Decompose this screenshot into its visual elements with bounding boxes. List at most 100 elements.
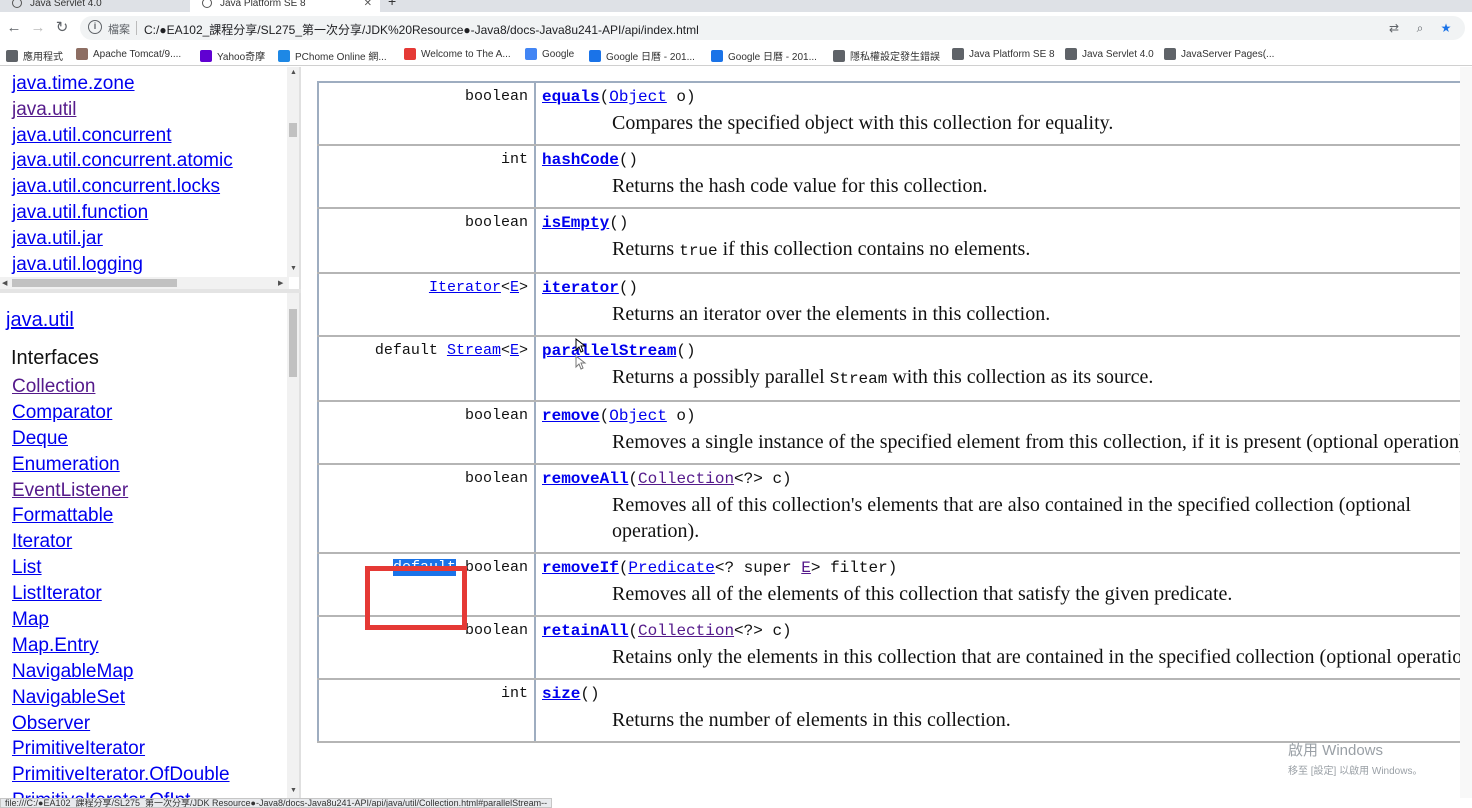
back-button[interactable]: ←: [4, 18, 24, 38]
text-fragment: Retains only the elements in this collec…: [612, 646, 1472, 668]
return-type: default Stream<E>: [375, 342, 528, 359]
scrollbar-vertical[interactable]: ▼: [287, 293, 299, 798]
bookmark-item[interactable]: PChome Online 網...: [278, 48, 387, 63]
text-fragment: (: [599, 88, 610, 106]
modifier-cell: int: [317, 146, 536, 207]
bookmark-item[interactable]: Google 日曆 - 201...: [711, 48, 817, 63]
package-link[interactable]: java.util.jar: [12, 226, 233, 252]
type-link[interactable]: Iterator: [429, 279, 501, 296]
bookmark-label: 應用程式: [23, 52, 63, 63]
method-name-link[interactable]: removeIf: [542, 559, 619, 577]
scroll-right-icon[interactable]: ▶: [278, 279, 283, 287]
modifier-cell: Iterator<E>: [317, 274, 536, 335]
interface-link[interactable]: Formattable: [12, 503, 230, 529]
scrollbar-horizontal[interactable]: ◀ ▶: [0, 277, 289, 289]
interface-link[interactable]: Map.Entry: [12, 633, 230, 659]
interface-link[interactable]: Map: [12, 607, 230, 633]
method-name-link[interactable]: size: [542, 685, 580, 703]
bookmark-item[interactable]: Java Platform SE 8: [952, 48, 1055, 60]
method-name-link[interactable]: removeAll: [542, 470, 628, 488]
bookmark-item[interactable]: Apache Tomcat/9....: [76, 48, 181, 60]
interface-link[interactable]: Collection: [12, 374, 230, 400]
bookmark-item[interactable]: Google: [525, 48, 574, 60]
method-name-link[interactable]: hashCode: [542, 151, 619, 169]
return-type: boolean: [465, 622, 528, 639]
url-text[interactable]: C:/●EA102_課程分享/SL275_第一次分享/JDK%20Resourc…: [144, 21, 699, 38]
close-tab-icon[interactable]: ✕: [364, 0, 372, 9]
scroll-left-icon[interactable]: ◀: [2, 279, 7, 287]
new-tab-button[interactable]: +: [388, 0, 408, 10]
bookmark-favicon-icon: [525, 48, 537, 60]
interface-link[interactable]: Observer: [12, 711, 230, 737]
scrollbar-thumb[interactable]: [289, 309, 297, 377]
return-type: int: [501, 151, 528, 168]
interface-link[interactable]: EventListener: [12, 478, 230, 504]
interface-link[interactable]: Enumeration: [12, 452, 230, 478]
package-link[interactable]: java.util.function: [12, 200, 233, 226]
type-link[interactable]: E: [801, 559, 811, 577]
info-icon[interactable]: i: [88, 20, 102, 34]
type-link[interactable]: Collection: [638, 622, 734, 640]
scrollbar-vertical[interactable]: [1460, 67, 1472, 798]
method-name-link[interactable]: parallelStream: [542, 342, 676, 360]
zoom-icon[interactable]: ⌕: [1412, 20, 1428, 36]
type-link[interactable]: E: [510, 342, 519, 359]
bookmark-item[interactable]: Yahoo奇摩: [200, 48, 265, 63]
method-name-link[interactable]: isEmpty: [542, 214, 609, 232]
scroll-down-icon[interactable]: ▼: [290, 265, 297, 272]
package-link[interactable]: java.time.zone: [12, 71, 233, 97]
package-link[interactable]: java.util: [12, 97, 233, 123]
text-fragment: Returns a possibly parallel: [612, 366, 830, 388]
type-link[interactable]: E: [510, 279, 519, 296]
bookmark-item[interactable]: JavaServer Pages(...: [1164, 48, 1274, 60]
interface-link[interactable]: PrimitiveIterator.OfInt: [12, 788, 230, 798]
forward-button[interactable]: →: [28, 18, 48, 38]
scroll-up-icon[interactable]: ▲: [290, 69, 297, 76]
interface-link[interactable]: NavigableSet: [12, 685, 230, 711]
package-link[interactable]: java.util.logging: [12, 252, 233, 278]
scrollbar-vertical[interactable]: ▲ ▼: [287, 67, 299, 277]
interface-link[interactable]: Iterator: [12, 529, 230, 555]
bookmark-item[interactable]: 應用程式: [6, 48, 63, 63]
scrollbar-thumb[interactable]: [12, 279, 177, 287]
star-icon[interactable]: ★: [1438, 20, 1454, 36]
bookmark-item[interactable]: Welcome to The A...: [404, 48, 511, 60]
tab-java-platform[interactable]: Java Platform SE 8 ✕: [190, 0, 380, 12]
type-link[interactable]: Object: [609, 407, 667, 425]
tab-java-servlet[interactable]: Java Servlet 4.0: [0, 0, 188, 12]
method-cell: equals(Object o) Compares the specified o…: [542, 83, 1472, 144]
type-link[interactable]: Object: [609, 88, 667, 106]
scrollbar-thumb[interactable]: [289, 123, 297, 137]
text-fragment: (): [618, 279, 639, 297]
bookmark-favicon-icon: [711, 49, 723, 62]
text-fragment: (): [618, 151, 639, 169]
type-link[interactable]: Predicate: [628, 559, 714, 577]
method-signature: iterator(): [542, 279, 1472, 301]
interface-link[interactable]: List: [12, 555, 230, 581]
address-bar[interactable]: i 檔案 C:/●EA102_課程分享/SL275_第一次分享/JDK%20Re…: [80, 16, 1465, 40]
type-link[interactable]: Collection: [638, 470, 734, 488]
translate-icon[interactable]: ⇄: [1386, 20, 1402, 36]
interface-link[interactable]: PrimitiveIterator: [12, 736, 230, 762]
package-link[interactable]: java.util.concurrent.atomic: [12, 148, 233, 174]
method-name-link[interactable]: retainAll: [542, 622, 628, 640]
package-title-link[interactable]: java.util: [6, 309, 74, 332]
method-name-link[interactable]: iterator: [542, 279, 619, 297]
method-name-link[interactable]: remove: [542, 407, 600, 425]
package-link[interactable]: java.util.concurrent: [12, 123, 233, 149]
interface-link[interactable]: ListIterator: [12, 581, 230, 607]
reload-button[interactable]: ↻: [52, 18, 72, 38]
interface-link[interactable]: Deque: [12, 426, 230, 452]
bookmark-item[interactable]: 隱私權設定發生錯誤: [833, 48, 940, 63]
bookmark-item[interactable]: Java Servlet 4.0: [1065, 48, 1154, 60]
method-name-link[interactable]: equals: [542, 88, 600, 106]
type-link[interactable]: Stream: [447, 342, 501, 359]
interface-link[interactable]: Comparator: [12, 400, 230, 426]
package-link[interactable]: java.util.concurrent.locks: [12, 174, 233, 200]
interface-link[interactable]: NavigableMap: [12, 659, 230, 685]
interface-link[interactable]: PrimitiveIterator.OfDouble: [12, 762, 230, 788]
method-description: Retains only the elements in this collec…: [612, 644, 1472, 670]
scroll-down-icon[interactable]: ▼: [290, 787, 297, 794]
text-fragment: >: [518, 279, 528, 296]
bookmark-item[interactable]: Google 日曆 - 201...: [589, 48, 695, 63]
